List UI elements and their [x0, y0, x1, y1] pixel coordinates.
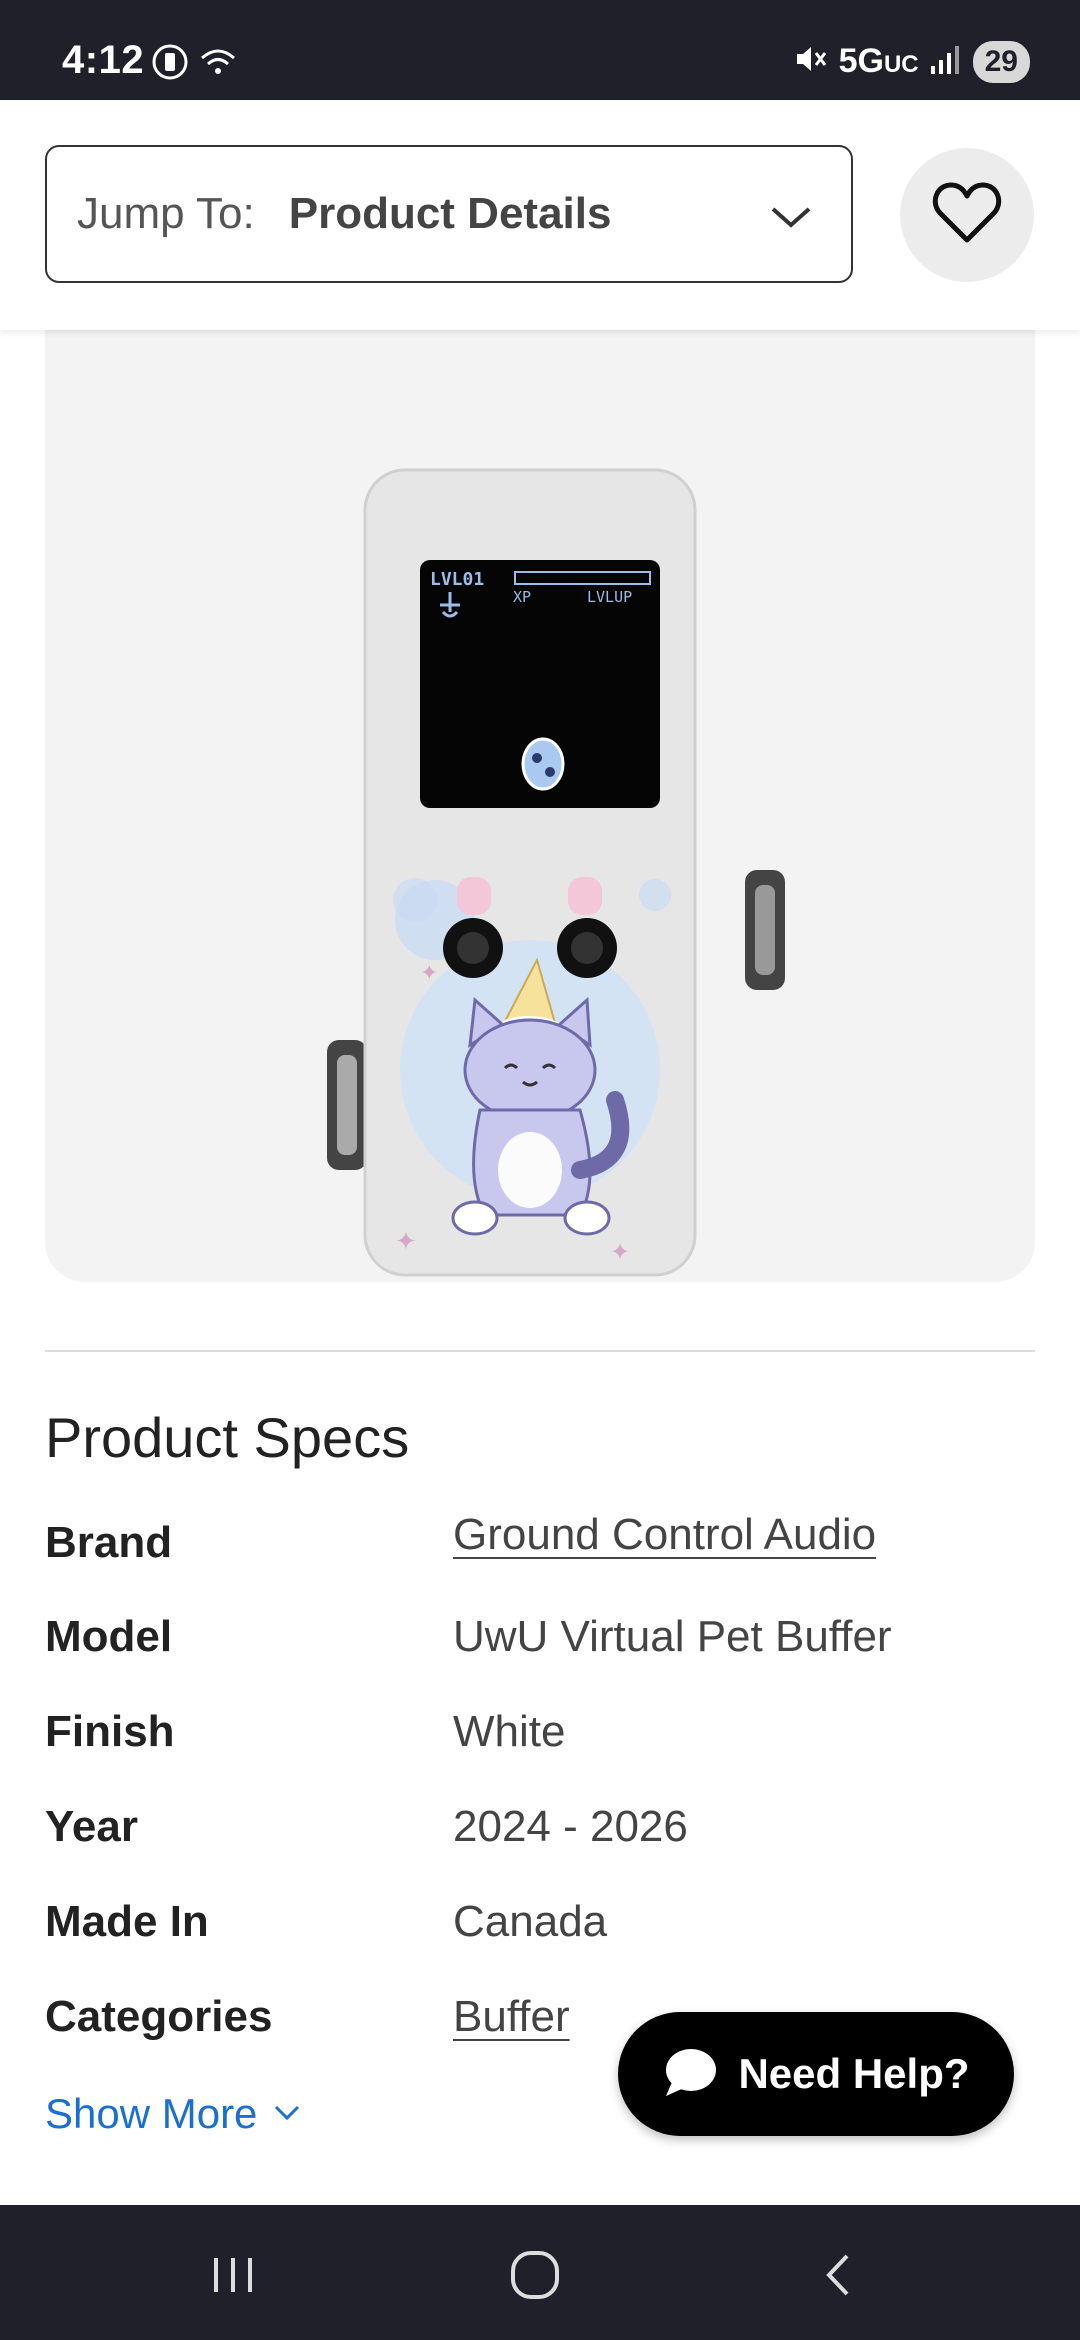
svg-text:✦: ✦ [610, 1239, 630, 1266]
product-image: LVL01 XP LVLUP ✦ ✦ ✦ [327, 468, 785, 1277]
screen-level-text: LVL01 [430, 569, 484, 590]
jump-bar: Jump To: Product Details [0, 100, 1080, 330]
spec-row-model: Model UwU Virtual Pet Buffer [45, 1612, 1035, 1692]
spec-row-year: Year 2024 - 2026 [45, 1802, 1035, 1882]
status-bar: 4:12 5GUC 29 [0, 0, 1080, 100]
chat-bubble-icon [662, 2046, 718, 2103]
spec-row-finish: Finish White [45, 1707, 1035, 1787]
spec-label: Finish [45, 1707, 175, 1756]
need-help-label: Need Help? [738, 2050, 970, 2097]
status-time: 4:12 [62, 38, 145, 82]
system-nav-bar [0, 2205, 1080, 2340]
spec-row-brand: Brand Ground Control Audio [45, 1510, 1035, 1598]
show-more-button[interactable]: Show More [45, 2090, 303, 2138]
category-link[interactable]: Buffer [453, 1992, 570, 2042]
app-notification-icon [150, 42, 190, 87]
battery-indicator: 29 [972, 40, 1030, 83]
home-button[interactable] [505, 2245, 565, 2305]
spec-row-made-in: Made In Canada [45, 1897, 1035, 1977]
jump-to-select[interactable]: Jump To: Product Details [45, 145, 853, 283]
show-more-label: Show More [45, 2090, 258, 2137]
svg-text:✦: ✦ [395, 1226, 417, 1256]
mute-icon [791, 40, 829, 83]
back-button[interactable] [810, 2245, 870, 2305]
spec-value: 2024 - 2026 [453, 1802, 688, 1851]
favorite-button[interactable] [900, 148, 1034, 282]
spec-value: Canada [453, 1897, 608, 1946]
wifi-icon [198, 42, 238, 87]
section-divider [45, 1350, 1035, 1352]
product-image-panel[interactable]: LVL01 XP LVLUP ✦ ✦ ✦ [45, 300, 1035, 1282]
heart-icon [931, 180, 1003, 251]
spec-label: Categories [45, 1992, 273, 2041]
spec-label: Model [45, 1612, 173, 1661]
screen-xp-text: XP [513, 588, 531, 606]
jump-to-value: Product Details [288, 189, 612, 238]
jump-to-label: Jump To: [77, 189, 255, 238]
spec-value: White [453, 1707, 566, 1756]
signal-icon [929, 42, 963, 81]
spec-label: Brand [45, 1518, 173, 1567]
need-help-button[interactable]: Need Help? [618, 2012, 1014, 2136]
spec-label: Made In [45, 1897, 209, 1946]
chevron-down-icon [767, 193, 815, 246]
chevron-down-icon [271, 2090, 303, 2138]
brand-link[interactable]: Ground Control Audio [453, 1510, 876, 1560]
status-right: 5GUC 29 [791, 40, 1030, 83]
screen-lvlup-text: LVLUP [587, 588, 632, 606]
recent-apps-button[interactable] [203, 2245, 263, 2305]
specs-title: Product Specs [45, 1406, 410, 1469]
spec-value: UwU Virtual Pet Buffer [453, 1612, 892, 1661]
spec-label: Year [45, 1802, 138, 1851]
svg-text:✦: ✦ [420, 960, 438, 985]
network-indicator: 5GUC [838, 42, 919, 80]
status-left-icons [150, 42, 238, 87]
